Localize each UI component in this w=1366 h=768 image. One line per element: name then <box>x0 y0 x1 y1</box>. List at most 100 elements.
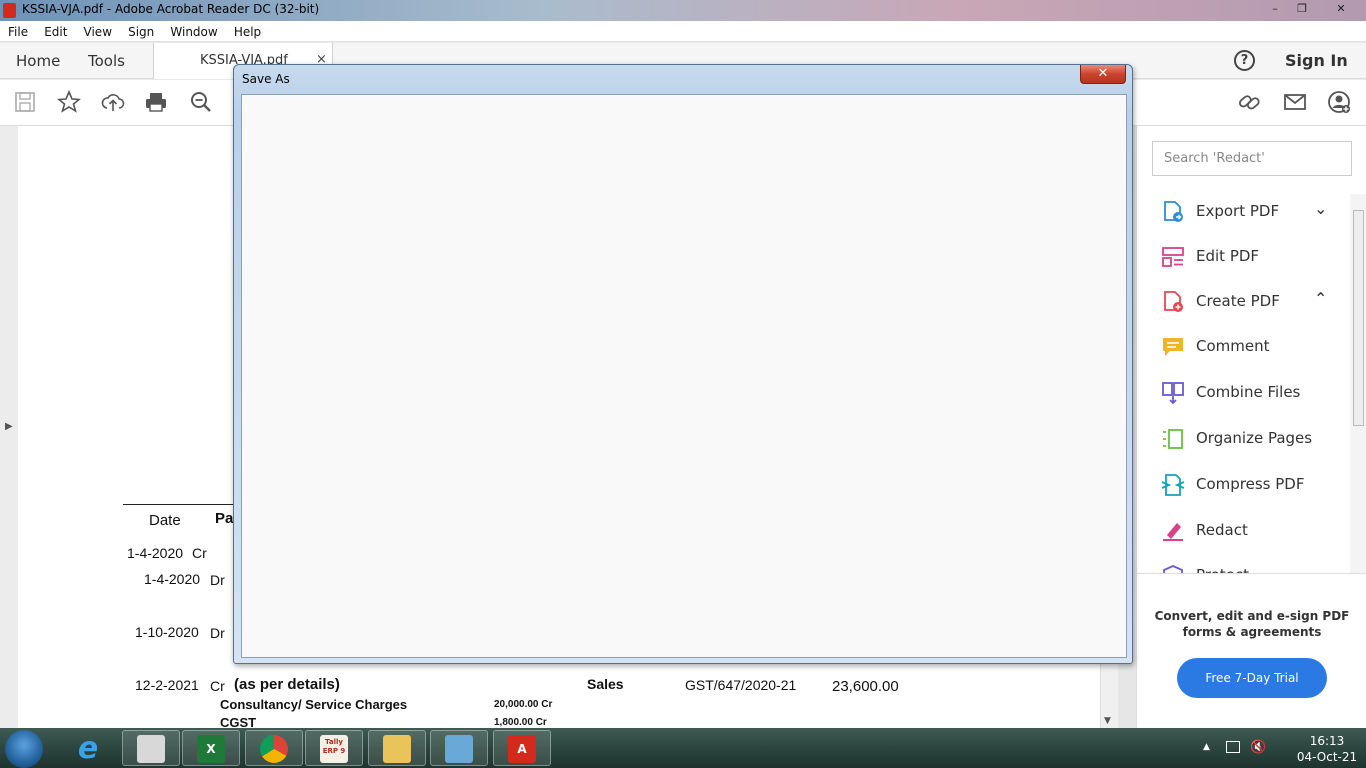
taskbar-excel[interactable]: X <box>182 730 240 766</box>
save-icon[interactable] <box>12 90 38 116</box>
taskbar-app-1[interactable] <box>122 730 180 766</box>
tally-icon: Tally ERP 9 <box>320 735 348 763</box>
save-as-dialog[interactable]: Save As ✕ <box>233 64 1133 664</box>
control-panel-icon <box>445 735 473 763</box>
chevron-up-icon[interactable]: ⌃ <box>1314 289 1327 308</box>
taskbar-control-panel[interactable] <box>430 730 488 766</box>
close-window-button[interactable]: ✕ <box>1328 1 1354 17</box>
tool-export-pdf[interactable]: Export PDF ⌄ <box>1159 194 1349 228</box>
folder-icon <box>383 735 411 763</box>
row-1-date: 1-4-2020 <box>127 545 184 561</box>
row-4-voucher: GST/647/2020-21 <box>685 677 797 693</box>
network-icon[interactable] <box>1226 741 1240 753</box>
expand-pane-icon[interactable]: ▶ <box>5 421 13 432</box>
sign-in-button[interactable]: Sign In <box>1285 51 1348 70</box>
combine-files-icon <box>1162 382 1184 405</box>
tool-comment-label: Comment <box>1196 337 1270 355</box>
acrobat-app-icon <box>3 3 16 18</box>
menu-edit[interactable]: Edit <box>44 22 67 43</box>
row-4-date: 12-2-2021 <box>135 677 199 693</box>
column-header-date: Date <box>149 512 181 529</box>
taskbar-chrome[interactable] <box>245 730 303 766</box>
tool-create-pdf-label: Create PDF <box>1196 292 1280 310</box>
dialog-close-button[interactable]: ✕ <box>1080 65 1126 84</box>
menu-help[interactable]: Help <box>234 22 261 43</box>
tool-compress-pdf[interactable]: Compress PDF <box>1159 467 1349 501</box>
tools-divider <box>1137 573 1366 574</box>
tools-search-input[interactable] <box>1164 151 1354 166</box>
taskbar-tally[interactable]: Tally ERP 9 <box>305 730 363 766</box>
maximize-button[interactable]: ❐ <box>1289 1 1315 17</box>
row-4-account: Sales <box>587 676 624 692</box>
add-user-icon[interactable] <box>1326 90 1352 116</box>
tools-search-box[interactable] <box>1152 141 1354 176</box>
taskbar-file-explorer[interactable] <box>368 730 426 766</box>
detail-2-amount: 1,800.00 Cr <box>494 717 547 728</box>
tool-edit-pdf-label: Edit PDF <box>1196 247 1260 265</box>
taskbar: e X Tally ERP 9 A ▲ 🔇 16:13 04-Oct-21 <box>0 728 1366 768</box>
volume-muted-icon[interactable]: 🔇 <box>1250 740 1266 755</box>
taskbar-acrobat[interactable]: A <box>493 730 551 766</box>
desktop-screen: KSSIA-VJA.pdf - Adobe Acrobat Reader DC … <box>0 0 1366 768</box>
organize-pages-icon <box>1163 429 1183 449</box>
acrobat-icon: A <box>508 735 536 763</box>
tool-redact-label: Redact <box>1196 521 1248 539</box>
tool-edit-pdf[interactable]: Edit PDF <box>1159 239 1349 273</box>
upload-cloud-icon[interactable] <box>100 90 126 116</box>
tool-organize-pages[interactable]: Organize Pages <box>1159 421 1349 455</box>
column-header-particulars: Pa <box>215 510 234 527</box>
comment-icon <box>1163 338 1183 356</box>
tool-comment[interactable]: Comment <box>1159 329 1349 363</box>
internet-explorer-icon: e <box>77 731 99 766</box>
compress-pdf-icon <box>1161 474 1185 496</box>
row-4-amount: 23,600.00 <box>832 678 899 695</box>
promo-text: Convert, edit and e-sign PDF forms & agr… <box>1154 609 1350 639</box>
redact-icon <box>1163 523 1183 541</box>
tool-create-pdf[interactable]: Create PDF ⌃ <box>1159 284 1349 318</box>
menu-sign[interactable]: Sign <box>128 22 154 43</box>
scroll-down-icon[interactable]: ▼ <box>1104 716 1111 726</box>
tool-compress-pdf-label: Compress PDF <box>1196 475 1305 493</box>
create-pdf-icon <box>1164 291 1183 312</box>
chevron-down-icon[interactable]: ⌄ <box>1314 199 1327 218</box>
tool-combine-files[interactable]: Combine Files <box>1159 375 1349 409</box>
show-hidden-icons[interactable]: ▲ <box>1203 742 1210 752</box>
print-icon[interactable] <box>143 90 169 116</box>
minimize-button[interactable]: – <box>1262 1 1288 17</box>
export-pdf-icon <box>1164 201 1183 222</box>
share-link-icon[interactable] <box>1237 90 1263 116</box>
row-3-date: 1-10-2020 <box>135 624 199 640</box>
tool-redact[interactable]: Redact <box>1159 513 1349 547</box>
bookmark-star-icon[interactable] <box>56 89 82 116</box>
zoom-icon[interactable] <box>188 90 214 116</box>
menu-file[interactable]: File <box>8 22 28 43</box>
help-icon[interactable]: ? <box>1234 50 1255 71</box>
tab-home[interactable]: Home <box>16 52 60 70</box>
row-2-date: 1-4-2020 <box>144 571 201 587</box>
row-2-type: Dr <box>210 572 225 588</box>
row-4-type: Cr <box>210 678 225 694</box>
row-1-type: Cr <box>192 545 207 561</box>
email-icon[interactable] <box>1282 90 1308 116</box>
tab-tools[interactable]: Tools <box>88 52 125 70</box>
menu-bar: File Edit View Sign Window Help <box>0 21 1366 42</box>
tools-pane: Export PDF ⌄ Edit PDF Create PDF ⌃ Comme… <box>1136 126 1366 728</box>
detail-1-label: Consultancy/ Service Charges <box>220 697 408 712</box>
menu-window[interactable]: Window <box>170 22 217 43</box>
dialog-content <box>241 94 1127 658</box>
spreadsheet-app-icon <box>137 735 165 763</box>
tool-combine-files-label: Combine Files <box>1196 383 1301 401</box>
tools-scrollbar-thumb[interactable] <box>1353 210 1364 426</box>
clock-time: 16:13 <box>1309 734 1345 748</box>
detail-1-amount: 20,000.00 Cr <box>494 699 553 710</box>
left-navigation-pane[interactable]: ▶ <box>0 126 18 728</box>
menu-view[interactable]: View <box>84 22 112 43</box>
start-button[interactable] <box>5 730 43 768</box>
free-trial-button[interactable]: Free 7-Day Trial <box>1177 658 1327 698</box>
taskbar-ie[interactable]: e <box>60 730 118 766</box>
excel-icon: X <box>197 735 225 763</box>
tools-scrollbar[interactable] <box>1350 194 1366 574</box>
tool-protect[interactable]: Protect <box>1159 558 1349 574</box>
taskbar-clock[interactable]: 16:13 04-Oct-21 <box>1292 733 1362 765</box>
window-title-bar[interactable]: KSSIA-VJA.pdf - Adobe Acrobat Reader DC … <box>0 0 1366 21</box>
